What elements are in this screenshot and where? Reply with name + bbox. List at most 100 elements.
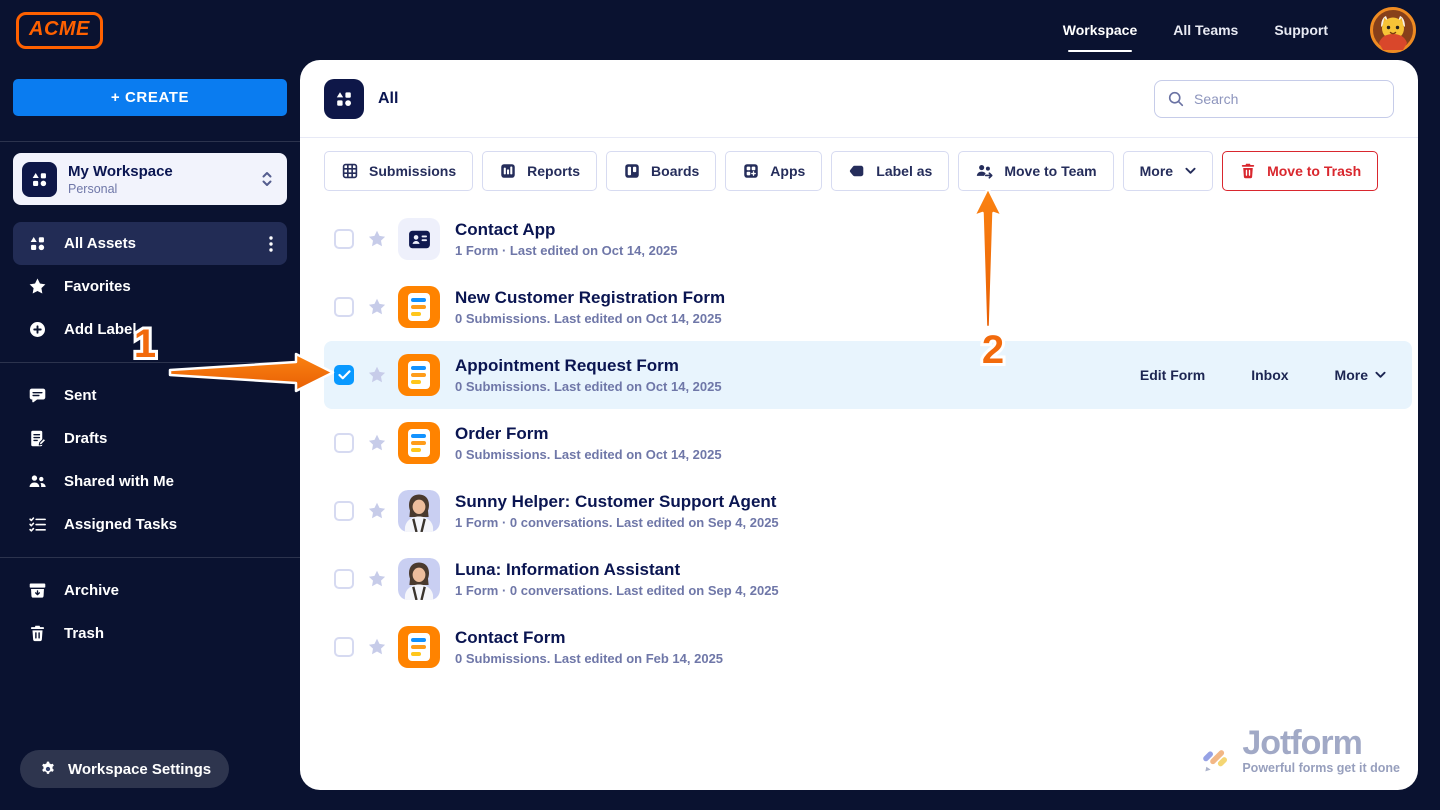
favorite-star-icon[interactable]: [367, 229, 387, 249]
sidebar-divider: [0, 362, 300, 363]
row-action-inbox[interactable]: Inbox: [1251, 367, 1288, 383]
favorite-star-icon[interactable]: [367, 637, 387, 657]
topnav-item-support[interactable]: Support: [1274, 22, 1328, 38]
asset-list: Contact App 1 Form · Last edited on Oct …: [300, 203, 1418, 681]
workspace-selector[interactable]: My Workspace Personal: [13, 153, 287, 205]
toolbar-button-more[interactable]: More: [1123, 151, 1213, 191]
create-button[interactable]: + CREATE: [13, 79, 287, 116]
sidebar-nav: All Assets Favorites Add Label Sent Draf…: [0, 222, 300, 655]
workspace-settings-button[interactable]: Workspace Settings: [20, 750, 229, 788]
user-avatar[interactable]: [1370, 7, 1416, 53]
jotform-watermark: Jotform Powerful forms get it done: [1201, 726, 1400, 775]
row-action-more[interactable]: More: [1335, 367, 1386, 383]
favorite-star-icon[interactable]: [367, 501, 387, 521]
sidebar-item-drafts[interactable]: Drafts: [13, 417, 287, 460]
toolbar-button-boards[interactable]: Boards: [606, 151, 716, 191]
sidebar-divider: [0, 557, 300, 558]
asset-subtitle: 0 Submissions. Last edited on Feb 14, 20…: [455, 651, 723, 666]
shared-icon: [27, 472, 47, 491]
sidebar-divider: [0, 141, 300, 142]
form-icon: [398, 422, 440, 464]
workspace-type: Personal: [68, 182, 173, 196]
row-action-edit-form[interactable]: Edit Form: [1140, 367, 1205, 383]
sidebar-item-add-label[interactable]: Add Label: [13, 308, 287, 351]
search-icon: [1167, 90, 1185, 108]
asset-row-order-form[interactable]: Order Form 0 Submissions. Last edited on…: [324, 409, 1412, 477]
asset-row-appointment-request-form[interactable]: Appointment Request Form 0 Submissions. …: [324, 341, 1412, 409]
asset-subtitle: 1 Form · 0 conversations. Last edited on…: [455, 583, 779, 598]
toolbar-button-reports[interactable]: Reports: [482, 151, 597, 191]
apps-icon: [742, 162, 760, 180]
asset-row-contact-form[interactable]: Contact Form 0 Submissions. Last edited …: [324, 613, 1412, 681]
asset-row-sunny-helper-customer-support-agent[interactable]: Sunny Helper: Customer Support Agent 1 F…: [324, 477, 1412, 545]
assigned-tasks-icon: [27, 515, 47, 534]
favorite-star-icon[interactable]: [367, 365, 387, 385]
sidebar-item-assigned-tasks[interactable]: Assigned Tasks: [13, 503, 287, 546]
sidebar: + CREATE My Workspace Personal All Asset…: [0, 60, 300, 810]
favorite-star-icon[interactable]: [367, 569, 387, 589]
asset-title: Appointment Request Form: [455, 356, 722, 376]
toolbar-button-label-as[interactable]: Label as: [831, 151, 949, 191]
row-checkbox[interactable]: [334, 365, 354, 385]
sidebar-item-all-assets[interactable]: All Assets: [13, 222, 287, 265]
search-box[interactable]: [1154, 80, 1394, 118]
sidebar-item-trash[interactable]: Trash: [13, 612, 287, 655]
asset-row-luna-information-assistant[interactable]: Luna: Information Assistant 1 Form · 0 c…: [324, 545, 1412, 613]
toolbar-button-move-to-trash[interactable]: Move to Trash: [1222, 151, 1378, 191]
asset-title: Contact Form: [455, 628, 723, 648]
all-assets-icon: [27, 234, 47, 253]
panel-header: All: [300, 60, 1418, 138]
top-bar: ACME Workspace All Teams Support: [0, 0, 1440, 60]
bulk-actions-toolbar: Submissions Reports Boards Apps Label as…: [300, 138, 1418, 203]
asset-title: Sunny Helper: Customer Support Agent: [455, 492, 779, 512]
archive-icon: [27, 581, 47, 600]
topnav-item-workspace[interactable]: Workspace: [1063, 22, 1137, 38]
chevron-down-icon: [1185, 167, 1196, 175]
jotform-wordmark: Jotform: [1242, 726, 1400, 760]
agent-avatar: [398, 558, 440, 600]
asset-title: Contact App: [455, 220, 678, 240]
trash-icon: [27, 624, 47, 643]
jotform-tagline: Powerful forms get it done: [1242, 762, 1400, 775]
drafts-icon: [27, 429, 47, 448]
kebab-menu-icon[interactable]: [269, 236, 273, 252]
workspace-grid-icon: [22, 162, 57, 197]
sent-icon: [27, 386, 47, 405]
reports-icon: [499, 162, 517, 180]
asset-row-contact-app[interactable]: Contact App 1 Form · Last edited on Oct …: [324, 205, 1412, 273]
sidebar-item-archive[interactable]: Archive: [13, 569, 287, 612]
asset-subtitle: 0 Submissions. Last edited on Oct 14, 20…: [455, 311, 725, 326]
row-checkbox[interactable]: [334, 569, 354, 589]
star-icon: [27, 277, 47, 296]
search-input[interactable]: [1194, 91, 1381, 107]
toolbar-button-submissions[interactable]: Submissions: [324, 151, 473, 191]
row-checkbox[interactable]: [334, 501, 354, 521]
favorite-star-icon[interactable]: [367, 433, 387, 453]
asset-subtitle: 1 Form · 0 conversations. Last edited on…: [455, 515, 779, 530]
sidebar-item-favorites[interactable]: Favorites: [13, 265, 287, 308]
row-checkbox[interactable]: [334, 637, 354, 657]
boards-icon: [623, 162, 641, 180]
favorite-star-icon[interactable]: [367, 297, 387, 317]
form-icon: [398, 286, 440, 328]
acme-logo: ACME: [16, 12, 103, 49]
asset-title: Luna: Information Assistant: [455, 560, 779, 580]
asset-subtitle: 1 Form · Last edited on Oct 14, 2025: [455, 243, 678, 258]
asset-title: Order Form: [455, 424, 722, 444]
form-icon: [398, 354, 440, 396]
submissions-grid-icon: [341, 162, 359, 180]
toolbar-button-move-to-team[interactable]: Move to Team: [958, 151, 1113, 191]
row-checkbox[interactable]: [334, 229, 354, 249]
top-navigation: Workspace All Teams Support: [1063, 7, 1416, 53]
row-checkbox[interactable]: [334, 297, 354, 317]
gear-icon: [38, 760, 58, 778]
contact-app-icon: [398, 218, 440, 260]
topnav-item-all-teams[interactable]: All Teams: [1173, 22, 1238, 38]
asset-row-new-customer-registration-form[interactable]: New Customer Registration Form 0 Submiss…: [324, 273, 1412, 341]
toolbar-button-apps[interactable]: Apps: [725, 151, 822, 191]
sidebar-item-sent[interactable]: Sent: [13, 374, 287, 417]
asset-subtitle: 0 Submissions. Last edited on Oct 14, 20…: [455, 379, 722, 394]
row-checkbox[interactable]: [334, 433, 354, 453]
main-panel: All Submissions Reports Boards Apps Labe…: [300, 60, 1418, 790]
sidebar-item-shared-with-me[interactable]: Shared with Me: [13, 460, 287, 503]
